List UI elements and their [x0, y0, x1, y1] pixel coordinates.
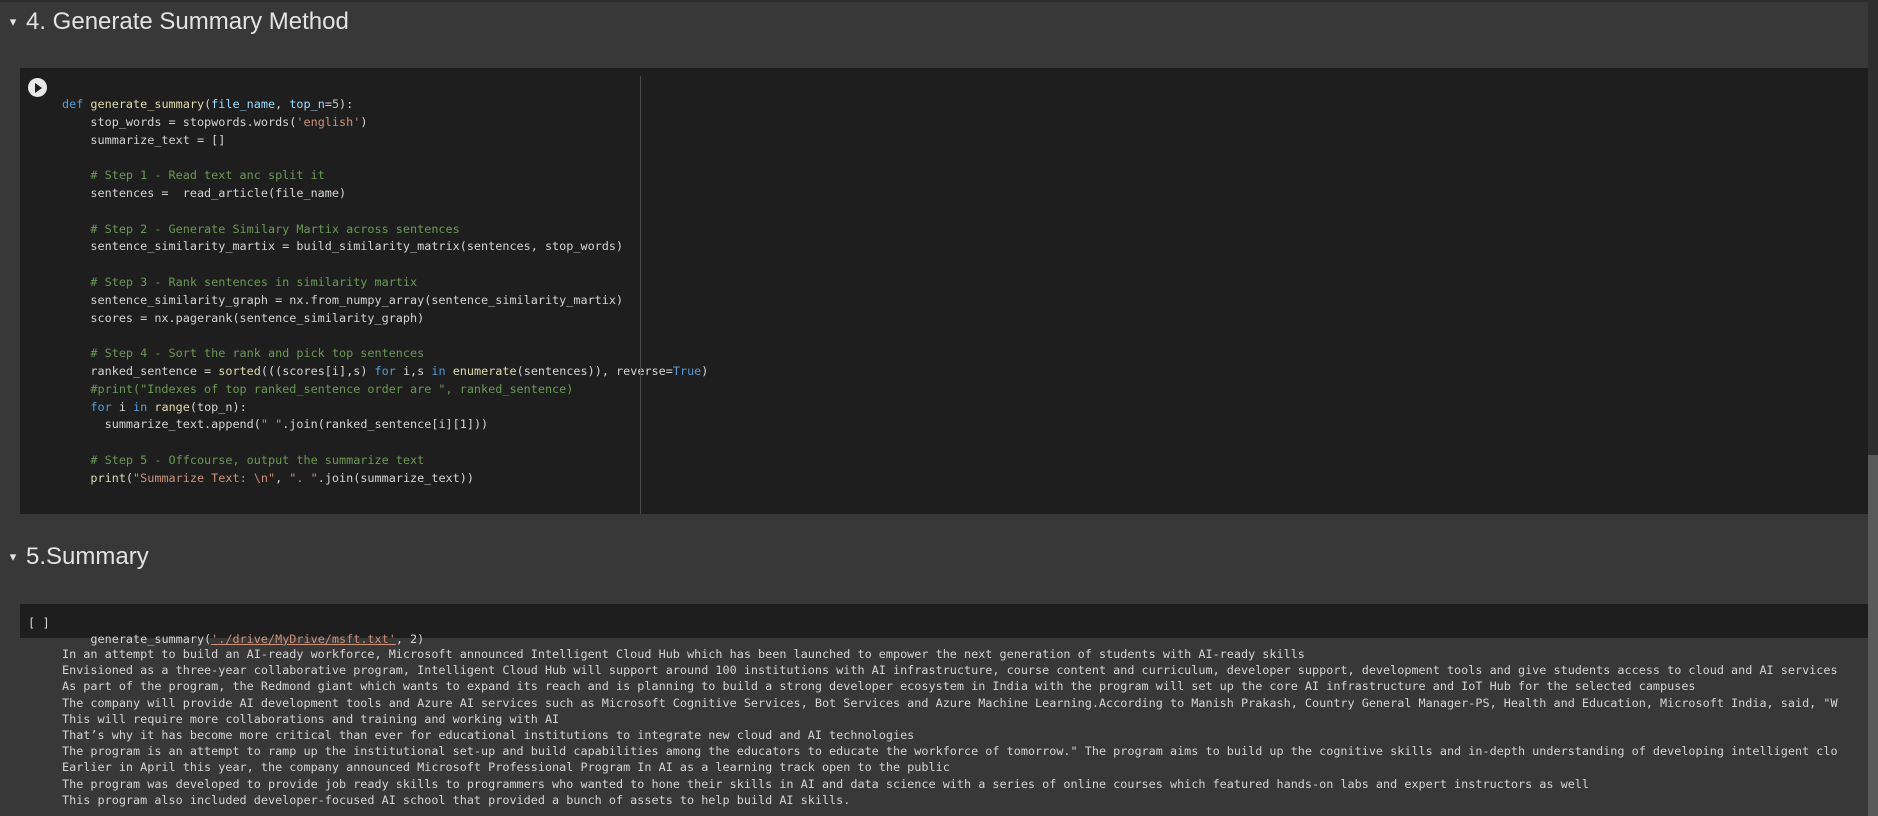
code-line: # Step 5 - Offcourse, output the summari… — [62, 452, 708, 470]
code-token: def — [62, 97, 91, 111]
output-line: That’s why it has become more critical t… — [62, 727, 915, 742]
code-line: ranked_sentence = sorted(((scores[i],s) … — [62, 363, 708, 381]
section-header-summary[interactable]: ▾ 5.Summary — [0, 537, 149, 577]
code-token: , — [275, 470, 290, 485]
output-line: Earlier in April this year, the company … — [62, 760, 950, 775]
code-token: , — [275, 97, 290, 111]
code-line: sentences = read_article(file_name) — [62, 185, 708, 203]
code-token: # Step 5 - Offcourse, output the summari… — [62, 452, 425, 467]
code-token: summarize_text.append( — [62, 417, 261, 432]
code-token: # Step 3 - Rank sentences in similarity … — [62, 274, 418, 289]
code-line: # Step 1 - Read text anc split it — [62, 167, 708, 185]
code-line: print("Summarize Text: \n", ". ".join(su… — [62, 470, 708, 488]
code-token: (((scores[i],s) — [260, 363, 375, 378]
output-line: In an attempt to build an AI-ready workf… — [62, 647, 1305, 661]
code-line: for i in range(top_n): — [62, 399, 708, 417]
output-line: The program is an attempt to ramp up the… — [62, 744, 1838, 759]
output-line: This program also included developer-foc… — [62, 792, 851, 807]
code-cell-generate-summary[interactable]: def generate_summary ( file_name, top_n=5)… — [20, 68, 1868, 514]
code-token: range — [154, 399, 190, 414]
code-token: (sentences)), reverse= — [516, 363, 673, 378]
editor-ruler — [640, 76, 641, 514]
section-title: 5.Summary — [26, 543, 149, 570]
output-line: Envisioned as a three-year collaborative… — [62, 663, 1838, 678]
code-token: ". " — [289, 470, 318, 485]
code-token: top_n — [289, 97, 325, 111]
code-line: # Step 3 - Rank sentences in similarity … — [62, 274, 708, 292]
code-token: (top_n): — [189, 399, 247, 414]
code-token: stop_words = stopwords.words( — [62, 114, 297, 129]
code-line: sentence_similarity_graph = nx.from_nump… — [62, 292, 708, 310]
code-token: ranked_sentence = — [62, 363, 219, 378]
code-token: = — [324, 97, 332, 111]
output-line: The program was developed to provide job… — [62, 776, 1589, 791]
code-cell-summary[interactable]: [ ] generate_summary('./drive/MyDrive/ms… — [20, 604, 1868, 646]
code-token: sentence_similarity_martix = build_simil… — [62, 239, 624, 254]
code-token: generate_summary — [90, 97, 205, 111]
code-token: print — [62, 470, 126, 485]
play-icon — [35, 82, 42, 93]
code-prefix: generate_summary( — [90, 631, 212, 646]
code-suffix: , 2) — [395, 631, 425, 646]
code-token: "Summarize Text: \n" — [133, 470, 276, 485]
code-token: i — [111, 399, 134, 414]
output-line: The company will provide AI development … — [62, 695, 1838, 710]
code-token: in — [431, 363, 446, 378]
output-line: As part of the program, the Redmond gian… — [62, 679, 1696, 694]
code-line: # Step 4 - Sort the rank and pick top se… — [62, 345, 708, 363]
code-token: .join(summarize_text)) — [317, 470, 474, 485]
collapse-caret-icon[interactable]: ▾ — [0, 537, 26, 577]
code-token: sentences = read_article(file_name) — [62, 185, 347, 200]
section-title: 4. Generate Summary Method — [26, 8, 349, 35]
code-token: " " — [260, 417, 283, 432]
code-token: sorted — [218, 363, 261, 378]
code-token: # Step 4 - Sort the rank and pick top se… — [62, 346, 425, 361]
output-line: This will require more collaborations an… — [62, 711, 560, 726]
collapse-caret-icon[interactable]: ▾ — [0, 2, 26, 42]
code-token: ): — [339, 97, 354, 111]
run-cell-button[interactable] — [28, 78, 47, 97]
code-line: scores = nx.pagerank(sentence_similarity… — [62, 310, 708, 328]
code-token: scores = nx.pagerank(sentence_similarity… — [62, 310, 425, 325]
code-line: #print("Indexes of top ranked_sentence o… — [62, 381, 708, 399]
code-token: file_name — [211, 97, 276, 111]
code-token: i,s — [395, 363, 432, 378]
code-token: enumerate — [452, 363, 517, 378]
code-token: in — [133, 399, 148, 414]
code-line: # Step 2 - Generate Similary Martix acro… — [62, 221, 708, 239]
code-line: def generate_summary(file_name, top_n=5)… — [62, 96, 708, 114]
code-token: ) — [701, 363, 709, 378]
code-token: sentence_similarity_graph = nx.from_nump… — [62, 292, 624, 307]
code-token: .join(ranked_sentence[i][1])) — [282, 417, 489, 432]
cell-output: In an attempt to build an AI-ready workf… — [62, 646, 1872, 808]
code-token: True — [672, 363, 702, 378]
code-token: summarize_text = [] — [62, 132, 226, 147]
code-token: for — [374, 363, 396, 378]
section-header-generate-summary[interactable]: ▾ 4. Generate Summary Method — [0, 2, 349, 42]
code-token: # Step 2 - Generate Similary Martix acro… — [62, 221, 460, 236]
code-token: 'english' — [296, 114, 361, 129]
scrollbar-thumb[interactable] — [1868, 455, 1878, 816]
code-line: summarize_text = [] — [62, 132, 708, 150]
code-token: # Step 1 - Read text anc split it — [62, 168, 325, 183]
code-token: ) — [360, 114, 368, 129]
code-token: #print("Indexes of top ranked_sentence o… — [62, 381, 574, 396]
code-editor[interactable]: def generate_summary ( file_name, top_n=5)… — [62, 96, 708, 488]
code-line: stop_words = stopwords.words('english') — [62, 114, 708, 132]
code-line: sentence_similarity_martix = build_simil… — [62, 238, 708, 256]
file-path-link[interactable]: './drive/MyDrive/msft.txt' — [211, 632, 396, 646]
code-token: for — [62, 399, 112, 414]
code-line: summarize_text.append(" ".join(ranked_se… — [62, 416, 708, 434]
code-token: 5 — [331, 97, 340, 111]
code-token: ( — [125, 470, 134, 485]
execution-count[interactable]: [ ] — [28, 616, 50, 630]
